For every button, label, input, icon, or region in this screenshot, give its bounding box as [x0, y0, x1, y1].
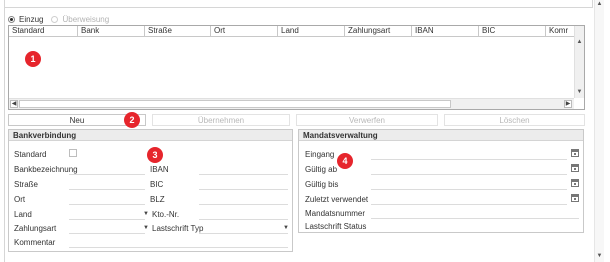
column-header-bic[interactable]: BIC	[479, 26, 546, 36]
grid-horizontal-scrollbar[interactable]: ◀ ▶	[9, 98, 574, 109]
gueltig-ab-label: Gültig ab	[305, 165, 338, 174]
lastschrift-typ-label: Lastschrift Typ	[152, 224, 204, 233]
ort-label: Ort	[14, 195, 26, 204]
bic-label: BIC	[150, 180, 164, 189]
column-header-bank[interactable]: Bank	[78, 26, 145, 36]
eingang-label: Eingang	[305, 150, 335, 159]
standard-checkbox[interactable]	[69, 149, 77, 157]
zuletzt-verwendet-label: Zuletzt verwendet	[305, 195, 369, 204]
loeschen-button[interactable]: Löschen	[444, 114, 585, 126]
payment-direction-radios: Einzug Überweisung	[8, 13, 109, 25]
scroll-up-icon[interactable]: ▲	[595, 0, 604, 8]
ort-field[interactable]	[69, 204, 145, 205]
mandatsnummer-label: Mandatsnummer	[305, 209, 366, 218]
scroll-down-icon[interactable]: ▼	[575, 88, 584, 96]
bic-field[interactable]	[199, 189, 288, 190]
radio-einzug[interactable]	[8, 15, 15, 23]
ktonr-label: Kto.-Nr.	[152, 210, 180, 219]
calendar-icon[interactable]	[571, 149, 579, 157]
calendar-icon[interactable]	[571, 164, 579, 172]
calendar-icon[interactable]	[571, 194, 579, 202]
mandatsnummer-field[interactable]	[371, 218, 579, 219]
calendar-icon[interactable]	[571, 179, 579, 187]
land-label: Land	[14, 210, 32, 219]
column-header-standard[interactable]: Standard	[9, 26, 78, 36]
main-vertical-scrollbar[interactable]: ▲ ▼	[594, 0, 604, 262]
column-header-zahlungsart[interactable]: Zahlungsart	[345, 26, 412, 36]
bankbezeichnung-label: Bankbezeichnung	[14, 165, 78, 174]
bankverbindung-title: Bankverbindung	[9, 130, 292, 141]
blz-field[interactable]	[199, 204, 288, 205]
column-header-ort[interactable]: Ort	[211, 26, 278, 36]
lastschrift-status-label: Lastschrift Status	[305, 222, 367, 231]
strasse-field[interactable]	[69, 189, 145, 190]
dropdown-arrow-icon[interactable]: ▼	[283, 225, 289, 231]
top-panel-edge	[4, 0, 593, 8]
zahlungsart-label: Zahlungsart	[14, 224, 57, 233]
blz-label: BLZ	[150, 195, 165, 204]
column-header-land[interactable]: Land	[278, 26, 345, 36]
iban-label: IBAN	[150, 165, 169, 174]
bankbezeichnung-field[interactable]	[69, 174, 145, 175]
dropdown-arrow-icon[interactable]: ▼	[143, 225, 149, 231]
column-header-iban[interactable]: IBAN	[412, 26, 479, 36]
zahlungsart-select[interactable]	[69, 233, 145, 234]
gueltig-ab-field[interactable]	[371, 174, 567, 175]
ktonr-field[interactable]	[199, 219, 288, 220]
lastschrift-typ-select[interactable]	[199, 233, 288, 234]
verwerfen-button[interactable]: Verwerfen	[296, 114, 438, 126]
radio-einzug-label[interactable]: Einzug	[19, 15, 43, 24]
mandatsverwaltung-group: Mandatsverwaltung Eingang Gültig ab Gült…	[298, 129, 584, 233]
land-select[interactable]	[69, 219, 145, 220]
scroll-down-icon[interactable]: ▼	[595, 252, 604, 260]
radio-ueberweisung-label[interactable]: Überweisung	[62, 15, 109, 24]
column-header-strasse[interactable]: Straße	[145, 26, 211, 36]
kommentar-label: Kommentar	[14, 238, 56, 247]
mandatsverwaltung-title: Mandatsverwaltung	[299, 130, 583, 141]
marker-2: 2	[124, 112, 140, 128]
scroll-up-icon[interactable]: ▲	[575, 38, 584, 46]
bank-accounts-grid[interactable]: Standard Bank Straße Ort Land Zahlungsar…	[8, 25, 585, 110]
eingang-field[interactable]	[371, 159, 567, 160]
zuletzt-verwendet-field[interactable]	[371, 204, 567, 205]
standard-label: Standard	[14, 150, 47, 159]
dropdown-arrow-icon[interactable]: ▼	[143, 211, 149, 217]
iban-field[interactable]	[199, 174, 288, 175]
marker-1: 1	[25, 51, 41, 67]
gueltig-bis-label: Gültig bis	[305, 180, 339, 189]
uebernehmen-button[interactable]: Übernehmen	[152, 114, 290, 126]
scroll-left-icon[interactable]: ◀	[10, 100, 18, 108]
grid-vertical-scrollbar[interactable]: ▲ ▼	[574, 26, 584, 98]
column-header-kommentar[interactable]: Komr	[546, 26, 574, 36]
gueltig-bis-field[interactable]	[371, 189, 567, 190]
grid-header: Standard Bank Straße Ort Land Zahlungsar…	[9, 26, 574, 37]
scroll-right-icon[interactable]: ▶	[564, 100, 572, 108]
marker-4: 4	[337, 153, 353, 169]
radio-ueberweisung[interactable]	[51, 15, 59, 23]
kommentar-field[interactable]	[69, 247, 288, 248]
strasse-label: Straße	[14, 180, 39, 189]
marker-3: 3	[147, 147, 163, 163]
scroll-thumb[interactable]	[19, 100, 451, 108]
